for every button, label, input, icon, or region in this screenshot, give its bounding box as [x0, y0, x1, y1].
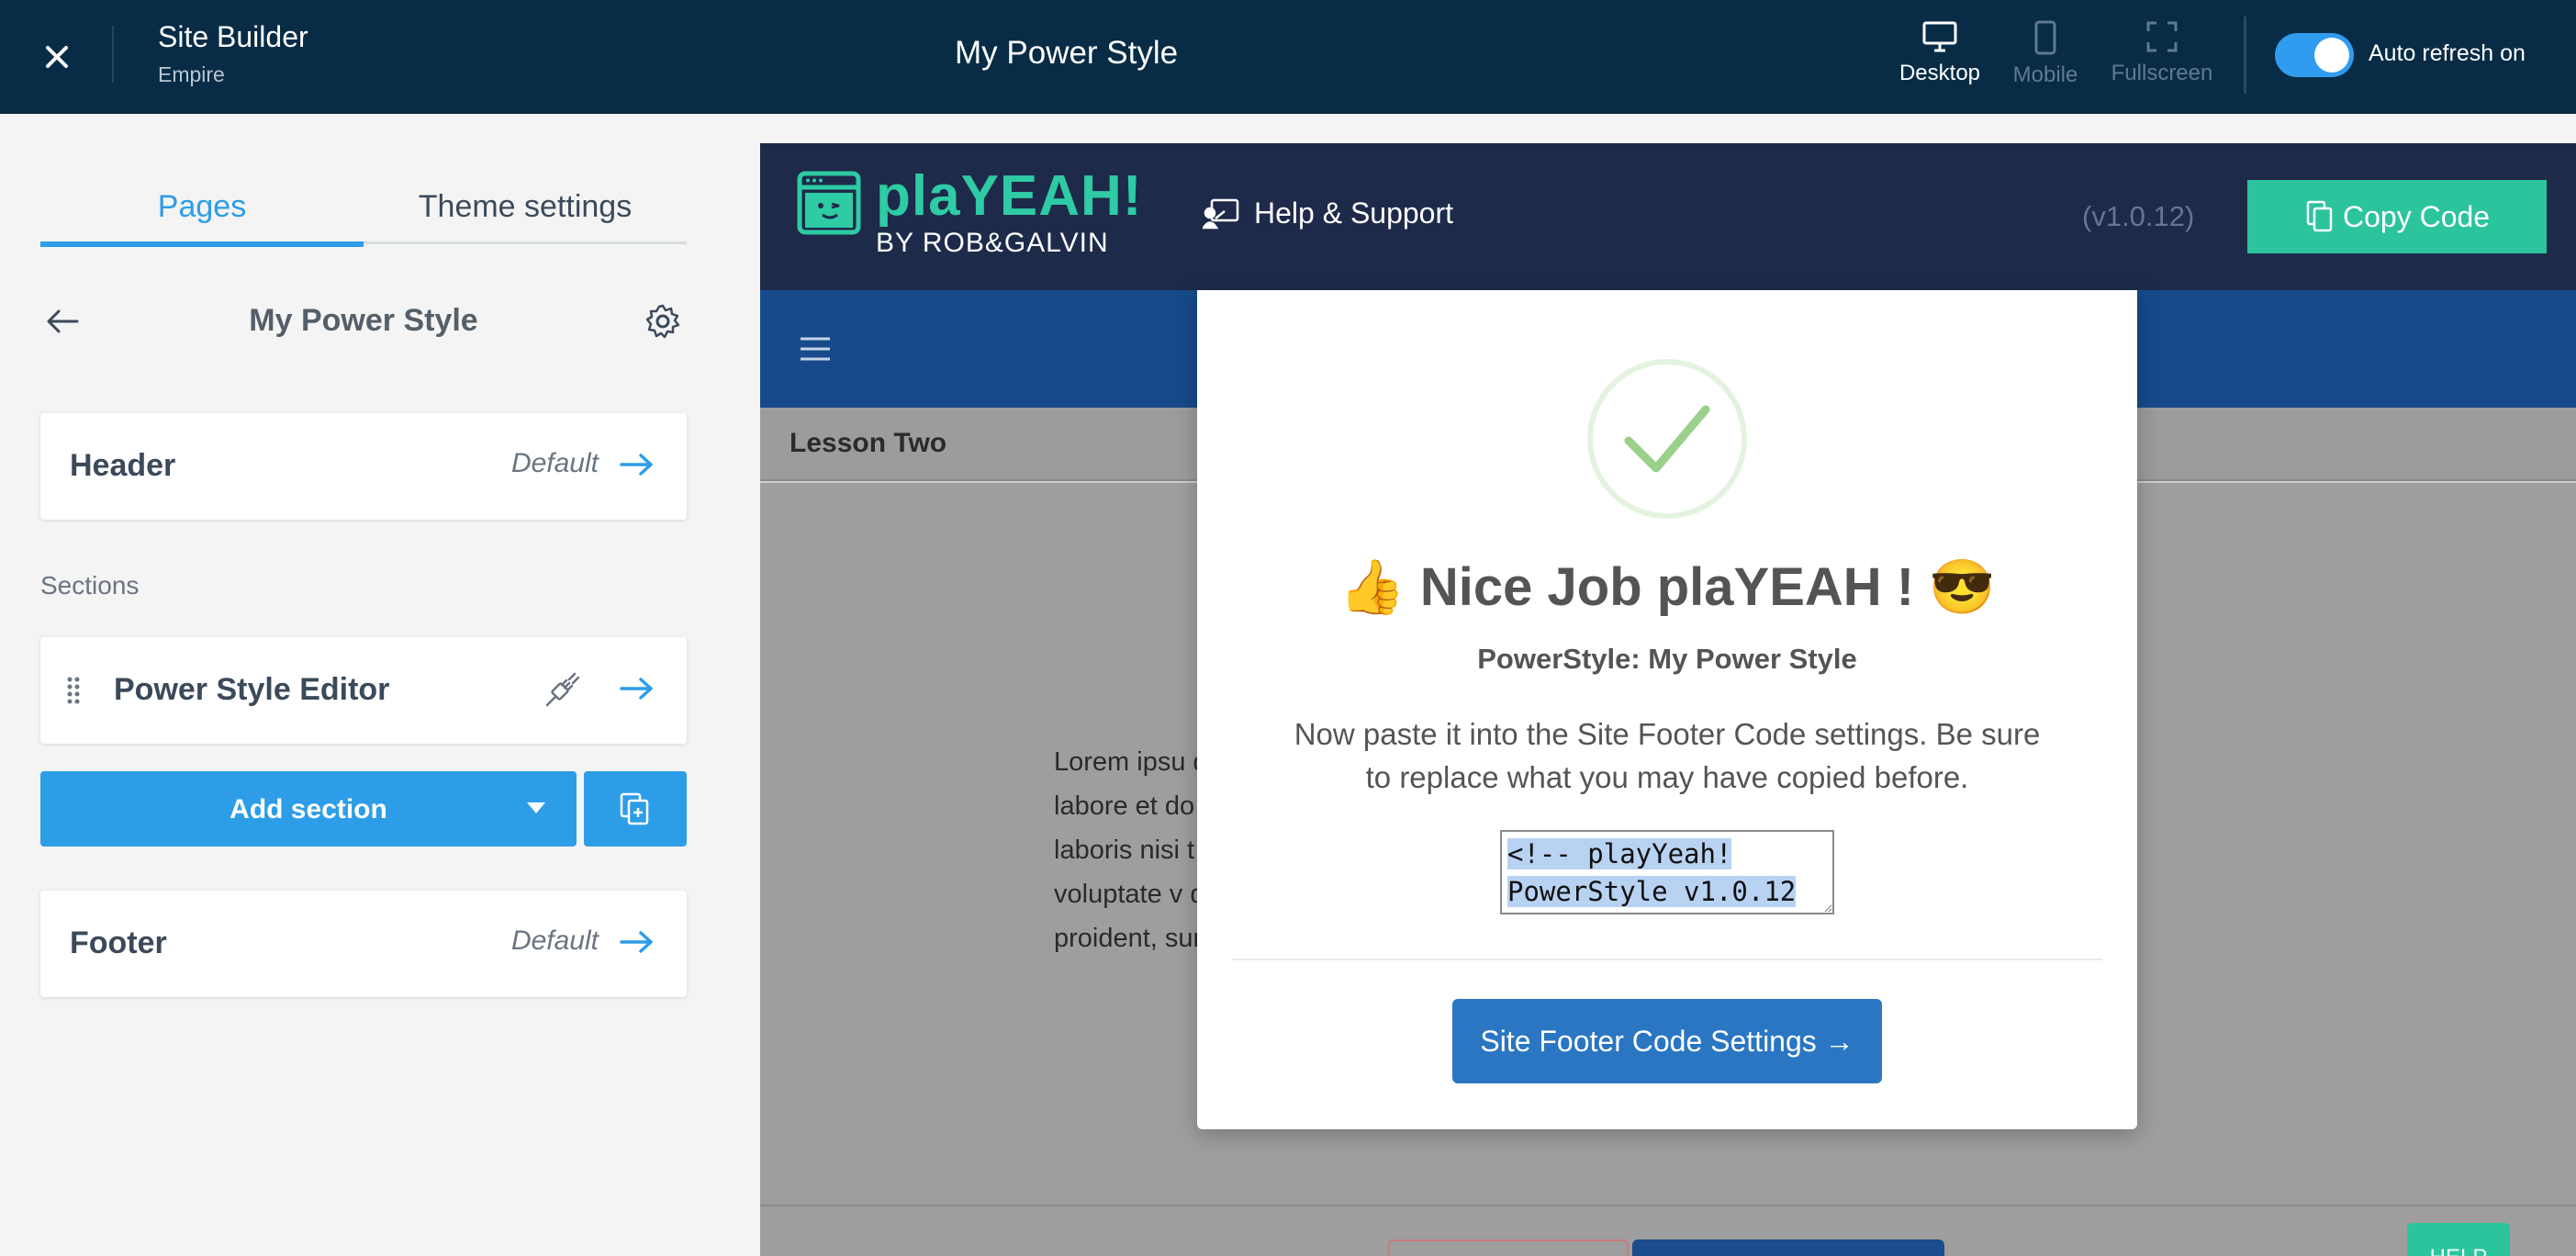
modal-message: Now paste it into the Site Footer Code s…: [1294, 717, 2041, 794]
desktop-label: Desktop: [1898, 61, 1981, 85]
help-fab-button[interactable]: HELP: [2407, 1223, 2510, 1256]
playeah-logo-icon: [797, 171, 861, 235]
code-line-2: PowerStyle v1.0.12 My: [1507, 876, 1797, 913]
plug-icon[interactable]: [542, 670, 582, 711]
tab-pages[interactable]: Pages: [40, 165, 364, 247]
copy-code-button[interactable]: Copy Code: [2247, 180, 2547, 253]
check-circle-icon: [1587, 359, 1747, 519]
add-section-button[interactable]: Add section: [40, 771, 577, 847]
gear-icon[interactable]: [644, 303, 681, 340]
code-line-1: <!-- playYeah!: [1507, 838, 1732, 869]
fullscreen-view-button[interactable]: Fullscreen: [2102, 20, 2222, 86]
app-subtitle: Empire: [158, 62, 225, 86]
sidebar: Pages Theme settings My Power Style Head…: [0, 114, 762, 1256]
copy-code-label: Copy Code: [2343, 200, 2491, 233]
page-name: My Power Style: [249, 303, 478, 338]
app-title: Site Builder: [158, 20, 308, 53]
fullscreen-icon: [2146, 21, 2178, 52]
page-title: My Power Style: [955, 35, 1179, 71]
divider: [2244, 17, 2246, 94]
top-bar: Site Builder Empire My Power Style Deskt…: [0, 0, 2576, 114]
hamburger-icon[interactable]: [799, 336, 832, 362]
divider: [760, 1205, 2576, 1206]
modal-title: 👍 Nice Job plaYEAH ! 😎: [1338, 557, 1996, 617]
footer-default-tag: Default: [510, 925, 599, 956]
lesson-title: Lesson Two: [790, 428, 947, 458]
footer-card[interactable]: Footer Default: [40, 891, 687, 997]
arrow-right-icon[interactable]: [619, 674, 655, 703]
header-label: Header: [70, 448, 176, 483]
divider: [1232, 959, 2102, 960]
brand-byline: BY ROB&GALVIN: [876, 228, 1109, 258]
chevron-down-icon[interactable]: [527, 802, 545, 813]
close-icon[interactable]: [37, 37, 77, 77]
footer-label: Footer: [70, 925, 167, 960]
desktop-icon: [1922, 21, 1957, 52]
modal-subtitle: PowerStyle: My Power Style: [1477, 643, 1857, 675]
duplicate-icon: [620, 792, 649, 825]
sections-label: Sections: [40, 571, 140, 600]
mobile-icon: [2034, 20, 2056, 55]
header-default-tag: Default: [510, 448, 599, 478]
add-section-label: Add section: [230, 794, 387, 824]
preview-header: plaYEAH! BY ROB&GALVIN Help & Support (v…: [760, 143, 2576, 290]
mobile-view-button[interactable]: Mobile: [1998, 20, 2093, 88]
arrow-right-icon[interactable]: [619, 450, 655, 479]
arrow-right-icon[interactable]: [619, 927, 655, 957]
section-label: Power Style Editor: [114, 672, 390, 707]
brand-name: plaYEAH!: [876, 164, 1143, 228]
drag-handle-icon[interactable]: [66, 676, 81, 705]
duplicate-section-button[interactable]: [584, 771, 687, 847]
support-icon: [1203, 198, 1239, 230]
header-card[interactable]: Header Default: [40, 413, 687, 520]
code-textarea[interactable]: <!-- playYeah! PowerStyle v1.0.12 My: [1500, 830, 1834, 914]
auto-refresh-toggle[interactable]: [2275, 33, 2354, 77]
divider: [112, 26, 114, 83]
fullscreen-label: Fullscreen: [2111, 61, 2213, 85]
arrow-left-icon[interactable]: [44, 305, 81, 338]
preview-primary-button[interactable]: [1632, 1239, 1944, 1256]
success-modal: 👍 Nice Job plaYEAH ! 😎 PowerStyle: My Po…: [1197, 290, 2137, 1129]
preview-secondary-button[interactable]: [1388, 1239, 1629, 1256]
sidebar-tabs: Pages Theme settings: [40, 165, 687, 247]
help-label: Help & Support: [1254, 196, 1454, 230]
version-label: (v1.0.12): [2082, 200, 2195, 232]
auto-refresh-label: Auto refresh on: [2369, 40, 2526, 66]
desktop-view-button[interactable]: Desktop: [1889, 20, 1990, 86]
tab-theme-settings[interactable]: Theme settings: [364, 165, 687, 244]
copy-icon: [2306, 200, 2333, 232]
section-item[interactable]: Power Style Editor: [40, 637, 687, 744]
mobile-label: Mobile: [2012, 62, 2078, 87]
site-footer-code-settings-button[interactable]: Site Footer Code Settings →: [1452, 999, 1882, 1083]
toggle-knob: [2314, 38, 2349, 73]
